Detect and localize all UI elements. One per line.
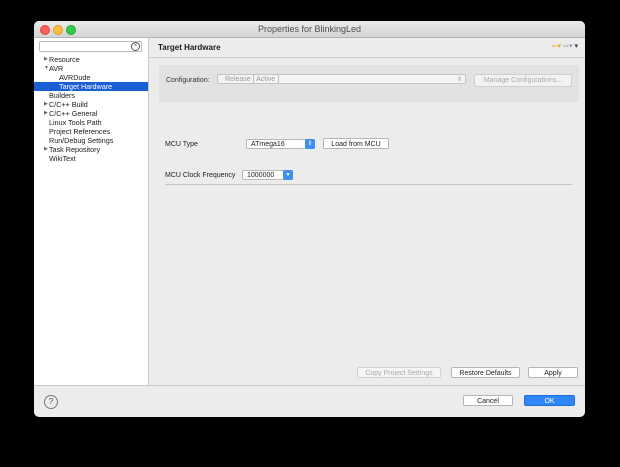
header-divider xyxy=(149,57,585,58)
sidebar-item-label: C/C++ Build xyxy=(49,100,88,109)
ok-button[interactable]: OK xyxy=(524,395,575,406)
help-icon[interactable]: ? xyxy=(44,395,58,409)
main-panel: Target Hardware ⇦▾ ⇨▾ ▾ Configuration: R… xyxy=(149,38,585,385)
cancel-button[interactable]: Cancel xyxy=(463,395,513,406)
load-from-mcu-button[interactable]: Load from MCU xyxy=(323,138,389,149)
chevron-down-icon: ▾ xyxy=(283,170,293,180)
sidebar-item-label: Target Hardware xyxy=(59,82,113,91)
section-divider xyxy=(165,184,572,185)
sidebar-item-project-references[interactable]: Project References xyxy=(34,127,148,136)
page-title: Target Hardware xyxy=(158,43,221,52)
clock-frequency-select[interactable]: 1000000 ▾ xyxy=(242,170,293,180)
mcu-type-label: MCU Type xyxy=(165,141,198,148)
mcu-type-value: ATmega16 xyxy=(251,141,285,148)
sidebar-item-label: Linux Tools Path xyxy=(49,118,102,127)
sidebar-item-c-c-general[interactable]: ▶ C/C++ General xyxy=(34,109,148,118)
settings-tree: ▶ Resource ▼ AVR AVRDude Target Hardware Build… xyxy=(34,55,148,163)
updown-arrows-icon: ⇕ xyxy=(456,77,462,83)
restore-defaults-button[interactable]: Restore Defaults xyxy=(451,367,520,378)
back-arrow-icon[interactable]: ⇦▾ xyxy=(552,43,561,50)
sidebar-item-label: Task Repository xyxy=(49,145,101,154)
clock-frequency-label: MCU Clock Frequency xyxy=(165,172,236,179)
apply-button[interactable]: Apply xyxy=(528,367,578,378)
sidebar-item-label: Run/Debug Settings xyxy=(49,136,114,145)
window-title: Properties for BlinkingLed xyxy=(257,24,362,34)
configuration-value: Release [ Active ] xyxy=(225,76,280,83)
mcu-type-select[interactable]: ATmega16 ⇕ xyxy=(246,139,315,149)
copy-project-settings-button[interactable]: Copy Project Settings xyxy=(357,367,441,378)
configuration-select[interactable]: Release [ Active ] ⇕ xyxy=(217,74,466,84)
sidebar-item-resource[interactable]: ▶ Resource xyxy=(34,55,148,64)
sidebar-item-label: C/C++ General xyxy=(49,109,98,118)
sidebar-item-run-debug-settings[interactable]: Run/Debug Settings xyxy=(34,136,148,145)
clock-frequency-value: 1000000 xyxy=(247,172,275,179)
sidebar-item-label: Project References xyxy=(49,127,111,136)
sidebar-item-builders[interactable]: Builders xyxy=(34,91,148,100)
sidebar-item-c-c-build[interactable]: ▶ C/C++ Build xyxy=(34,100,148,109)
footer-divider xyxy=(34,385,585,386)
sidebar-item-label: AVRDude xyxy=(59,73,91,82)
sidebar: × ▶ Resource ▼ AVR AVRDude Target Hardware Bui… xyxy=(34,38,149,385)
sidebar-item-label: Builders xyxy=(49,91,75,100)
sidebar-item-avrdude[interactable]: AVRDude xyxy=(34,73,148,82)
manage-configurations-button[interactable]: Manage Configurations... xyxy=(474,74,572,87)
configuration-label: Configuration: xyxy=(166,77,210,84)
sidebar-item-linux-tools-path[interactable]: Linux Tools Path xyxy=(34,118,148,127)
configuration-panel: Configuration: Release [ Active ] ⇕ Mana… xyxy=(159,65,579,102)
sidebar-item-target-hardware[interactable]: Target Hardware xyxy=(34,82,148,91)
sidebar-item-task-repository[interactable]: ▶ Task Repository xyxy=(34,145,148,154)
updown-arrows-icon: ⇕ xyxy=(305,139,315,149)
filter-input[interactable]: × xyxy=(39,41,142,52)
sidebar-item-label: WikiText xyxy=(49,154,76,163)
sidebar-item-avr[interactable]: ▼ AVR xyxy=(34,64,148,73)
sidebar-item-wikitext[interactable]: WikiText xyxy=(34,154,148,163)
navigation-controls: ⇦▾ ⇨▾ ▾ xyxy=(552,42,578,52)
title-bar[interactable]: Properties for BlinkingLed xyxy=(34,21,585,38)
menu-chevron-icon[interactable]: ▾ xyxy=(574,43,578,50)
sidebar-item-label: AVR xyxy=(49,64,64,73)
forward-arrow-icon[interactable]: ⇨▾ xyxy=(563,43,572,50)
clear-filter-icon[interactable]: × xyxy=(131,42,140,51)
properties-window: Properties for BlinkingLed × ▶ Resource ▼ A… xyxy=(34,21,585,417)
sidebar-item-label: Resource xyxy=(49,55,80,64)
